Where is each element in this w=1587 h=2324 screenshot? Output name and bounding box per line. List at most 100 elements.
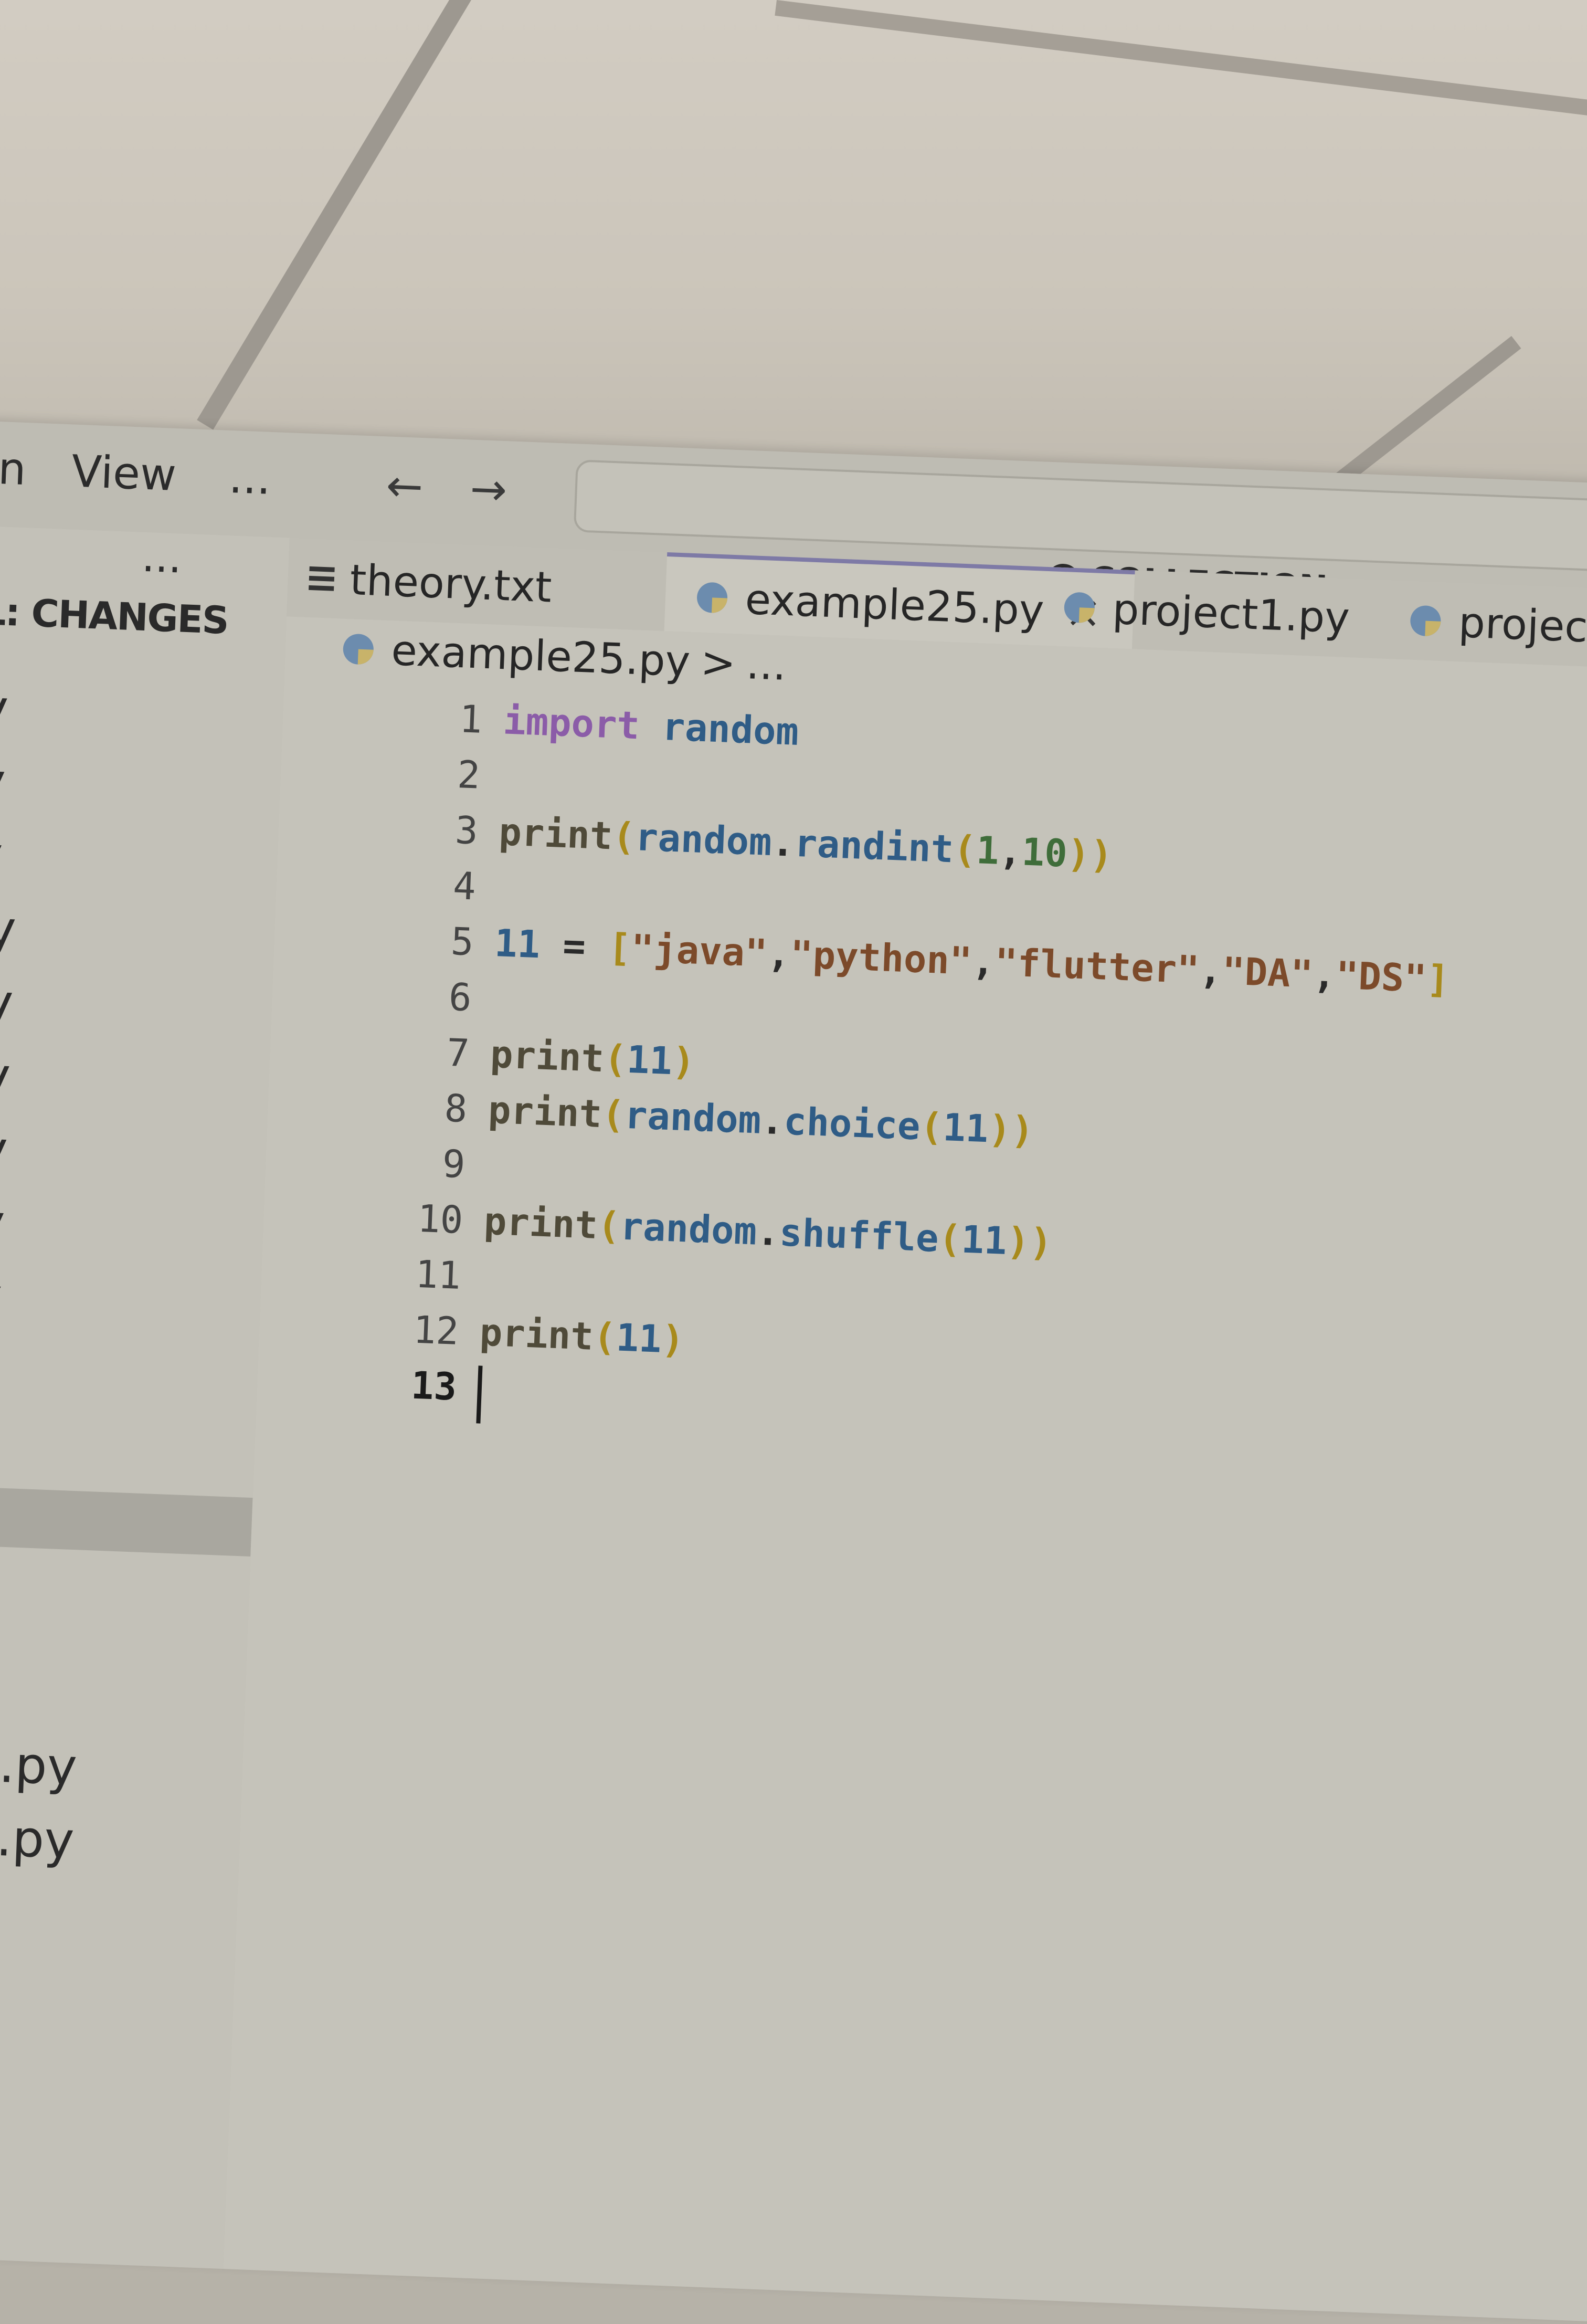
line-number: 11 — [355, 1249, 462, 1309]
tab-project2-py[interactable]: project2.p — [1409, 581, 1587, 670]
assign-operator: = — [539, 922, 609, 969]
function-name: print — [483, 1199, 599, 1247]
string-literal: "java" — [630, 926, 768, 975]
python-icon — [343, 633, 374, 665]
file-item-selected[interactable]: py — [0, 1485, 253, 1557]
menu-more-button[interactable]: ... — [228, 451, 272, 504]
number-literal: 10 — [1021, 829, 1068, 875]
paren: ( — [953, 827, 977, 872]
line-number-gutter: 1 2 3 4 5 6 7 8 9 10 11 12 13 — [351, 693, 483, 1421]
file-item[interactable]: py — [0, 898, 17, 959]
text-file-icon — [309, 561, 335, 595]
method-name: shuffle — [779, 1210, 939, 1260]
paren: ( — [938, 1216, 962, 1261]
menu-item-view[interactable]: View — [71, 445, 177, 501]
paren: ( — [919, 1104, 944, 1149]
paren: ) — [661, 1317, 685, 1362]
tab-label: theory.txt — [349, 555, 553, 612]
python-icon — [1410, 605, 1441, 637]
comma: , — [767, 931, 791, 976]
breadcrumb-symbol[interactable]: ... — [745, 639, 787, 690]
paren: )) — [988, 1107, 1035, 1152]
tab-label: example25.py — [744, 574, 1045, 635]
method-name: randint — [794, 821, 954, 871]
file-item[interactable]: y — [0, 825, 4, 885]
code-editor[interactable]: example25.py > ... 1 2 3 4 5 6 7 8 9 10 … — [223, 616, 1587, 2323]
paren: ( — [603, 1036, 628, 1081]
sidebar-header: L: CHANGES — [0, 589, 229, 643]
text-cursor — [476, 1365, 482, 1423]
file-item[interactable]: py — [0, 1192, 6, 1253]
paren: ( — [593, 1315, 617, 1360]
file-item[interactable]: py — [0, 1045, 12, 1106]
variable-name: 11 — [942, 1105, 989, 1151]
paren: ( — [612, 814, 637, 859]
ceiling-background — [0, 0, 1587, 504]
paren: ( — [597, 1203, 621, 1248]
line-number: 1 — [376, 693, 483, 753]
forward-arrow-icon[interactable]: → — [469, 463, 508, 516]
module-name: random — [634, 815, 773, 864]
line-number: 6 — [365, 972, 472, 1032]
module-name: random — [619, 1204, 757, 1254]
code-area[interactable]: import random print(random.randint(1,10)… — [477, 698, 1587, 1467]
line-number: 2 — [374, 749, 481, 809]
bracket: ] — [1426, 956, 1451, 1002]
tab-theory-txt[interactable]: theory.txt — [308, 539, 553, 627]
string-literal: "DS" — [1335, 953, 1427, 1001]
variable-name: 11 — [615, 1315, 662, 1361]
string-literal: "python" — [789, 932, 973, 983]
ceiling-beam — [775, 0, 1587, 124]
python-icon — [696, 582, 728, 613]
variable-name: 11 — [494, 921, 541, 966]
line-number: 3 — [372, 805, 479, 865]
tab-label: project2.p — [1458, 598, 1587, 655]
file-item[interactable]: al2.py — [0, 1805, 75, 1870]
tab-project1-py[interactable]: project1.py — [1063, 567, 1351, 657]
function-name: print — [498, 809, 613, 858]
comma: , — [1199, 948, 1223, 993]
breadcrumb-file[interactable]: example25.py — [390, 626, 691, 686]
back-arrow-icon[interactable]: ← — [385, 459, 424, 512]
sidebar-more-button[interactable]: ... — [141, 532, 183, 583]
function-name: print — [488, 1088, 603, 1136]
ceiling-beam — [197, 0, 478, 430]
python-icon — [1064, 592, 1095, 623]
breadcrumb-separator: > — [700, 638, 737, 688]
line-number: 5 — [367, 916, 474, 976]
variable-name: 11 — [626, 1037, 673, 1083]
dot: . — [756, 1210, 780, 1255]
comma: , — [971, 939, 996, 984]
module-name: random — [639, 703, 799, 754]
line-number: 12 — [353, 1305, 460, 1365]
file-item[interactable]: y — [0, 752, 7, 812]
comma: , — [998, 829, 1023, 874]
module-name: random — [624, 1093, 762, 1142]
file-item[interactable]: py — [0, 1265, 3, 1326]
line-number: 8 — [361, 1083, 468, 1143]
file-item[interactable]: al1.py — [0, 1732, 78, 1796]
editor-window: n View ... ← → COLLECTION ... L: CHANGES… — [0, 420, 1587, 2322]
number-literal: 1 — [976, 828, 1000, 873]
line-number: 4 — [369, 860, 477, 920]
string-literal: "flutter" — [994, 940, 1200, 992]
tab-label: project1.py — [1112, 584, 1350, 642]
menu-item-partial[interactable]: n — [0, 443, 27, 495]
file-item[interactable]: y — [0, 678, 9, 738]
dot: . — [771, 820, 796, 865]
file-item[interactable]: py — [0, 1118, 9, 1179]
paren: ) — [671, 1039, 696, 1084]
paren: )) — [1066, 832, 1114, 877]
keyword-import: import — [502, 698, 640, 748]
function-name: print — [479, 1310, 594, 1358]
string-literal: "DA" — [1221, 949, 1314, 996]
line-number: 9 — [359, 1138, 466, 1198]
file-item[interactable]: py — [0, 971, 14, 1032]
paren: ( — [601, 1092, 626, 1137]
function-name: print — [490, 1032, 605, 1080]
paren: )) — [1006, 1219, 1053, 1265]
line-number: 7 — [363, 1027, 470, 1087]
comma: , — [1312, 952, 1337, 997]
bracket: [ — [607, 925, 632, 970]
method-name: choice — [783, 1099, 921, 1148]
